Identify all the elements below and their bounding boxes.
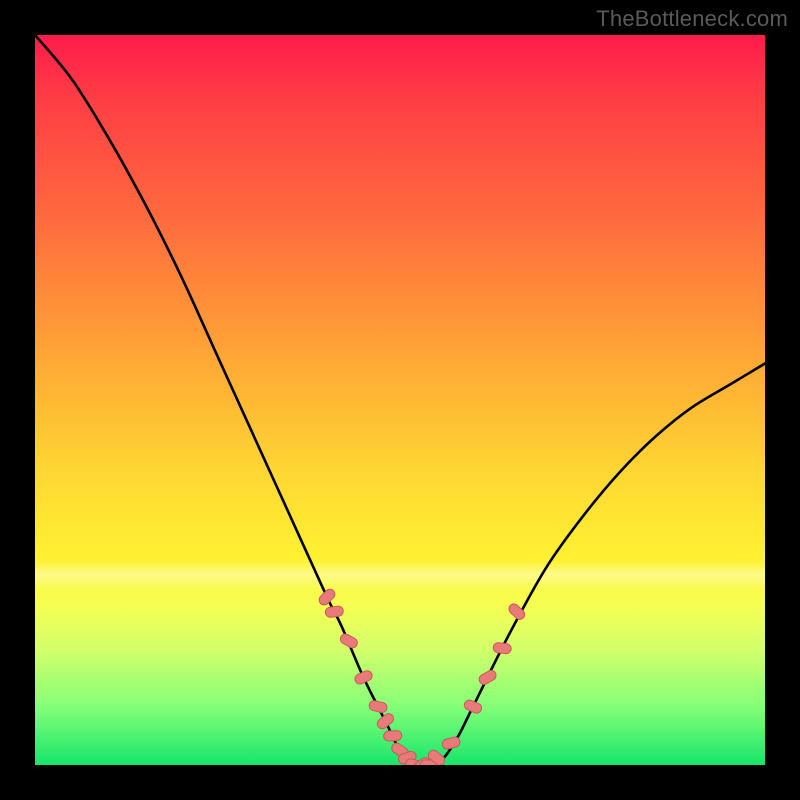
marker-point — [441, 736, 461, 750]
marker-point — [493, 642, 512, 654]
marker-point — [383, 730, 401, 741]
marker-point — [353, 669, 374, 685]
marker-point — [477, 669, 498, 687]
marker-point — [368, 700, 388, 714]
marker-point — [375, 712, 395, 731]
bottleneck-curve-path — [35, 35, 765, 765]
marker-group — [317, 587, 527, 765]
watermark-text: TheBottleneck.com — [596, 6, 788, 32]
marker-point — [463, 698, 483, 714]
marker-point — [317, 587, 337, 607]
curve-layer — [35, 35, 765, 765]
marker-point — [339, 632, 360, 649]
chart-frame: TheBottleneck.com — [0, 0, 800, 800]
marker-point — [325, 605, 344, 617]
plot-area — [35, 35, 765, 765]
